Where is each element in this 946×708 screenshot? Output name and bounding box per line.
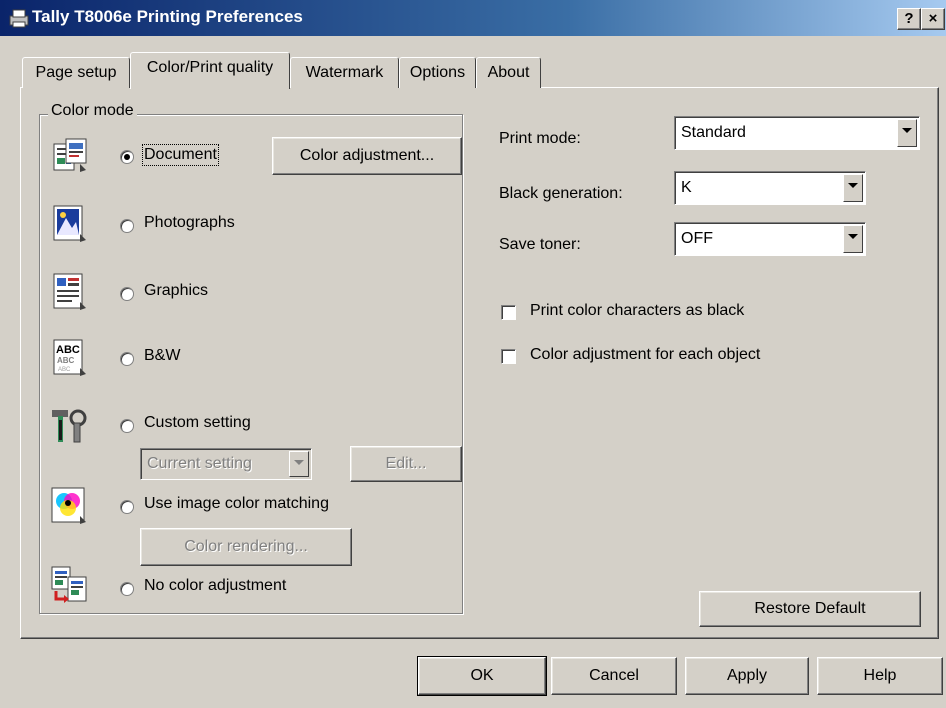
help-title-button[interactable]: ? bbox=[897, 8, 921, 30]
edit-button: Edit... bbox=[350, 446, 462, 482]
print-color-as-black-label[interactable]: Print color characters as black bbox=[530, 302, 744, 320]
color-adjust-each-object-label[interactable]: Color adjustment for each object bbox=[530, 346, 760, 364]
chevron-down-icon[interactable] bbox=[897, 119, 917, 147]
save-toner-label: Save toner: bbox=[499, 236, 581, 253]
print-mode-label: Print mode: bbox=[499, 130, 581, 147]
save-toner-value: OFF bbox=[681, 230, 713, 247]
svg-text:ABC: ABC bbox=[56, 344, 80, 356]
radio-bw[interactable] bbox=[120, 352, 134, 366]
black-generation-value: K bbox=[681, 179, 692, 196]
tab-watermark[interactable]: Watermark bbox=[290, 57, 399, 88]
chevron-down-icon[interactable] bbox=[843, 174, 863, 202]
save-toner-select[interactable]: OFF bbox=[674, 222, 866, 256]
custom-setting-combo-value: Current setting bbox=[147, 455, 252, 472]
black-generation-label: Black generation: bbox=[499, 185, 623, 202]
radio-photographs[interactable] bbox=[120, 219, 134, 233]
printer-icon bbox=[9, 9, 29, 28]
close-title-button[interactable]: × bbox=[921, 8, 945, 30]
chevron-down-icon bbox=[289, 451, 309, 477]
print-mode-select[interactable]: Standard bbox=[674, 116, 920, 150]
color-adjust-each-object-checkbox[interactable] bbox=[501, 349, 516, 364]
color-matching-icon bbox=[51, 487, 86, 524]
ok-button[interactable]: OK bbox=[417, 656, 547, 696]
color-rendering-button: Color rendering... bbox=[140, 528, 352, 566]
label-photographs[interactable]: Photographs bbox=[144, 214, 235, 232]
tab-color-print-quality[interactable]: Color/Print quality bbox=[130, 52, 290, 89]
svg-text:ABC: ABC bbox=[57, 356, 75, 365]
restore-default-button[interactable]: Restore Default bbox=[699, 591, 921, 627]
radio-custom-setting[interactable] bbox=[120, 419, 134, 433]
tab-page-setup[interactable]: Page setup bbox=[22, 57, 130, 88]
radio-graphics[interactable] bbox=[120, 287, 134, 301]
apply-button[interactable]: Apply bbox=[685, 657, 809, 695]
label-bw[interactable]: B&W bbox=[144, 347, 180, 365]
label-graphics[interactable]: Graphics bbox=[144, 282, 208, 300]
label-no-color-adjustment[interactable]: No color adjustment bbox=[144, 577, 286, 595]
radio-no-color-adjustment[interactable] bbox=[120, 582, 134, 596]
label-image-color-matching[interactable]: Use image color matching bbox=[144, 495, 329, 513]
graphics-icon bbox=[53, 273, 86, 310]
svg-text:ABC: ABC bbox=[58, 367, 71, 373]
radio-document[interactable] bbox=[120, 150, 134, 164]
photographs-icon bbox=[53, 205, 86, 242]
radio-image-color-matching[interactable] bbox=[120, 500, 134, 514]
tab-about[interactable]: About bbox=[476, 57, 541, 88]
label-document[interactable]: Document bbox=[142, 144, 219, 166]
color-adjustment-button[interactable]: Color adjustment... bbox=[272, 137, 462, 175]
color-mode-label: Color mode bbox=[48, 102, 137, 120]
help-button[interactable]: Help bbox=[817, 657, 943, 695]
black-generation-select[interactable]: K bbox=[674, 171, 866, 205]
custom-setting-combo: Current setting bbox=[140, 448, 312, 480]
print-mode-value: Standard bbox=[681, 124, 746, 141]
tab-options[interactable]: Options bbox=[399, 57, 476, 88]
window-title: Tally T8006e Printing Preferences bbox=[32, 7, 303, 26]
no-color-adjustment-icon bbox=[51, 566, 87, 603]
bw-icon: ABC ABC ABC bbox=[53, 339, 86, 376]
chevron-down-icon[interactable] bbox=[843, 225, 863, 253]
cancel-button[interactable]: Cancel bbox=[551, 657, 677, 695]
document-icon bbox=[53, 138, 87, 172]
label-custom-setting[interactable]: Custom setting bbox=[144, 414, 251, 432]
print-color-as-black-checkbox[interactable] bbox=[501, 305, 516, 320]
custom-setting-icon bbox=[52, 409, 87, 443]
